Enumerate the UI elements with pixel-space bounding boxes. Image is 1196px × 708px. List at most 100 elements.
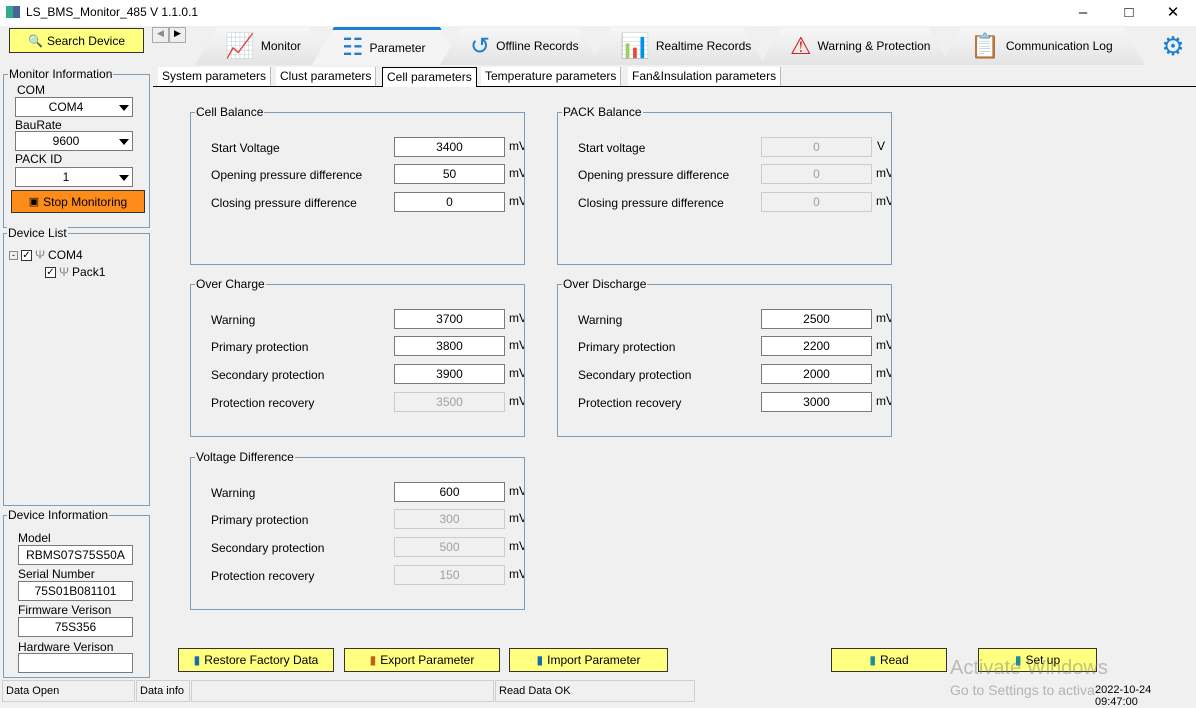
value-input[interactable]: 3700 bbox=[394, 309, 505, 329]
unit-label: mV bbox=[876, 394, 891, 408]
tree-node-com4[interactable]: - ✓ Ψ COM4 bbox=[9, 248, 83, 262]
com-value: COM4 bbox=[48, 100, 84, 114]
baud-rate-select[interactable]: 9600 bbox=[15, 131, 133, 151]
plug-icon: Ψ bbox=[35, 248, 46, 262]
subtab-cell-parameters[interactable]: Cell parameters bbox=[382, 67, 477, 87]
unit-label: mV bbox=[509, 511, 524, 525]
unit-label: mV bbox=[876, 338, 891, 352]
tab-parameter[interactable]: ☷ Parameter bbox=[312, 27, 462, 65]
maximize-button[interactable]: □ bbox=[1106, 2, 1152, 24]
scroll-left-button[interactable]: ◀ bbox=[152, 27, 169, 43]
field-label: Protection recovery bbox=[578, 396, 682, 410]
checkbox-icon[interactable]: ✓ bbox=[45, 266, 56, 278]
minimize-button[interactable]: – bbox=[1060, 2, 1106, 24]
value-input: 0 bbox=[761, 192, 872, 212]
value-input: 300 bbox=[394, 509, 505, 529]
device-list-group: Device List - ✓ Ψ COM4 ✓ Ψ Pack1 bbox=[3, 226, 150, 506]
monitor-information-group: Monitor Information COM COM4 BauRate 960… bbox=[3, 67, 150, 228]
unit-label: mV bbox=[509, 311, 524, 325]
subtab-clust-parameters[interactable]: Clust parameters bbox=[276, 67, 377, 86]
plug-icon: Ψ bbox=[59, 265, 70, 279]
value-input[interactable]: 0 bbox=[394, 192, 505, 212]
window-title: LS_BMS_Monitor_485 V 1.1.0.1 bbox=[26, 5, 199, 19]
hardware-label: Hardware Verison bbox=[18, 640, 114, 654]
value-input[interactable]: 3000 bbox=[761, 392, 872, 412]
subtab-system-parameters[interactable]: System parameters bbox=[158, 67, 272, 86]
checkbox-icon[interactable]: ✓ bbox=[21, 249, 32, 261]
field-label: Warning bbox=[211, 313, 256, 327]
tab-label: Offline Records bbox=[496, 39, 579, 53]
value-input: 0 bbox=[761, 164, 872, 184]
tab-communication-log[interactable]: 📋 Communication Log bbox=[940, 27, 1145, 65]
baud-label: BauRate bbox=[15, 118, 62, 132]
group-pack-balance: PACK Balance Start voltage 0 V Opening press… bbox=[557, 105, 892, 265]
hardware-field[interactable] bbox=[18, 653, 133, 673]
value-input[interactable]: 50 bbox=[394, 164, 505, 184]
unit-label: mV bbox=[509, 567, 524, 581]
field-label: Warning bbox=[211, 486, 256, 500]
tab-warning-protection[interactable]: ⚠ Warning & Protection bbox=[760, 27, 950, 65]
pack-id-select[interactable]: 1 bbox=[15, 167, 133, 187]
model-label: Model bbox=[18, 531, 51, 545]
field-label: Closing pressure difference bbox=[211, 196, 357, 210]
group-title: PACK Balance bbox=[562, 105, 643, 119]
com-select[interactable]: COM4 bbox=[15, 97, 133, 117]
tab-monitor[interactable]: 📈 Monitor bbox=[195, 27, 330, 65]
field-label: Primary protection bbox=[211, 340, 309, 354]
restore-factory-button[interactable]: ▮ Restore Factory Data bbox=[178, 648, 334, 672]
value-input[interactable]: 3900 bbox=[394, 364, 505, 384]
stop-monitoring-button[interactable]: ▣ Stop Monitoring bbox=[11, 190, 145, 213]
baud-value: 9600 bbox=[52, 134, 80, 148]
export-icon: ▮ bbox=[369, 653, 377, 667]
serial-field[interactable]: 75S01B081101 bbox=[18, 581, 133, 601]
field-label: Start voltage bbox=[578, 141, 646, 155]
subtab-fan-insulation-parameters[interactable]: Fan&Insulation parameters bbox=[628, 67, 782, 86]
group-title: Device Information bbox=[7, 508, 110, 522]
tab-label: Realtime Records bbox=[655, 39, 752, 53]
close-button[interactable]: ✕ bbox=[1150, 2, 1196, 24]
value-input[interactable]: 2000 bbox=[761, 364, 872, 384]
value-input[interactable]: 3800 bbox=[394, 336, 505, 356]
value-input: 500 bbox=[394, 537, 505, 557]
title-bar: LS_BMS_Monitor_485 V 1.1.0.1 – □ ✕ bbox=[0, 0, 1196, 26]
value-input[interactable]: 2500 bbox=[761, 309, 872, 329]
field-label: Start Voltage bbox=[211, 141, 280, 155]
collapse-icon[interactable]: - bbox=[9, 250, 18, 260]
subtab-temperature-parameters[interactable]: Temperature parameters bbox=[481, 67, 622, 86]
tab-offline-records[interactable]: ↺ Offline Records bbox=[440, 27, 600, 65]
tab-scroll: ◀ ▶ bbox=[152, 27, 186, 43]
activate-windows-hint: Go to Settings to activate Windows. bbox=[950, 682, 1095, 698]
read-icon: ▮ bbox=[869, 653, 876, 667]
monitor-chart-icon: 📈 bbox=[225, 32, 255, 60]
tab-label: Warning & Protection bbox=[817, 39, 931, 53]
tree-node-pack1[interactable]: ✓ Ψ Pack1 bbox=[45, 265, 105, 279]
value-input[interactable]: 2200 bbox=[761, 336, 872, 356]
tab-realtime-records[interactable]: 📊 Realtime Records bbox=[590, 27, 765, 65]
import-parameter-button[interactable]: ▮ Import Parameter bbox=[509, 648, 668, 672]
value-input: 0 bbox=[761, 137, 872, 157]
group-over-discharge: Over Discharge Warning 2500 mV Primary prote… bbox=[557, 277, 892, 437]
value-input[interactable]: 600 bbox=[394, 482, 505, 502]
settings-gear-icon[interactable]: ⚙ bbox=[1150, 27, 1196, 65]
group-title: Device List bbox=[7, 226, 68, 240]
group-title: Monitor Information bbox=[8, 67, 114, 81]
model-field[interactable]: RBMS07S75S50A bbox=[18, 545, 133, 565]
unit-label: mV bbox=[876, 366, 891, 380]
unit-label: mV bbox=[509, 366, 524, 380]
stop-icon: ▣ bbox=[28, 196, 40, 208]
status-read: Read Data OK bbox=[495, 680, 695, 702]
value-input[interactable]: 3400 bbox=[394, 137, 505, 157]
read-button[interactable]: ▮ Read bbox=[831, 648, 947, 672]
warning-triangle-icon: ⚠ bbox=[790, 32, 812, 60]
unit-label: V bbox=[877, 139, 886, 153]
tree-label: COM4 bbox=[48, 248, 83, 262]
field-label: Warning bbox=[578, 313, 623, 327]
export-parameter-button[interactable]: ▮ Export Parameter bbox=[344, 648, 500, 672]
status-data-open: Data Open bbox=[2, 680, 135, 702]
tab-label: Parameter bbox=[369, 40, 426, 55]
search-device-button[interactable]: 🔍 Search Device bbox=[9, 28, 144, 53]
field-label: Opening pressure difference bbox=[211, 168, 363, 182]
firmware-field[interactable]: 75S356 bbox=[18, 617, 133, 637]
scroll-right-button[interactable]: ▶ bbox=[169, 27, 186, 43]
chevron-down-icon bbox=[119, 105, 129, 111]
